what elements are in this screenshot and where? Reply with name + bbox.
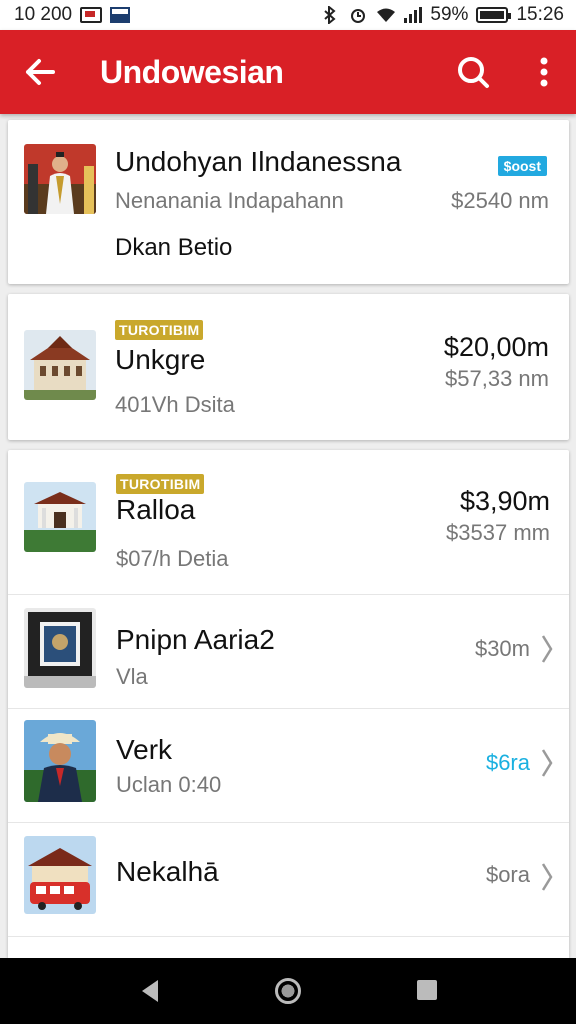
page-title: Undowesian — [100, 53, 284, 90]
status-time: 15:26 — [516, 4, 564, 25]
nav-home-icon[interactable] — [275, 978, 301, 1004]
card-thumbnail — [24, 144, 96, 214]
battery-icon — [476, 7, 512, 23]
app-bar: Undowesian — [0, 30, 576, 114]
status-bar-left: 10 200 — [14, 4, 131, 26]
card-thumbnail — [24, 330, 96, 400]
notification-photo-icon — [110, 7, 131, 23]
divider — [8, 822, 569, 823]
arrow-back-icon[interactable] — [20, 52, 60, 92]
chevron-right-icon — [541, 749, 553, 777]
list-item-price: $3,90m — [459, 486, 550, 516]
category-badge: TUROTIBIM — [115, 320, 204, 340]
list-item-price: $6ra — [485, 750, 530, 775]
list-item-title: Ralloa — [116, 494, 196, 525]
list-item-thumbnail — [24, 720, 96, 802]
list-item-price: $30m — [474, 636, 530, 661]
list-item-price: $ora — [485, 862, 530, 887]
card-price-sub: $2540 nm — [451, 188, 549, 213]
status-left-text: 10 200 — [14, 4, 73, 25]
signal-icon — [404, 7, 423, 23]
bluetooth-icon — [320, 6, 340, 24]
card-price-sub: $57,33 nm — [445, 366, 549, 391]
category-badge: TUROTIBIM — [116, 474, 205, 494]
divider — [8, 708, 569, 709]
card-title: Unkgre — [115, 344, 206, 375]
list-item-subtitle: $07/h Detia — [116, 546, 229, 571]
status-bar: 10 200 59% 15:26 — [0, 0, 576, 30]
list-item-thumbnail — [24, 608, 96, 688]
list-item-title: Verk — [116, 734, 173, 765]
chevron-right-icon — [541, 863, 553, 891]
list-item-subtitle: Vla — [116, 664, 148, 689]
status-bar-right: 59% 15:26 — [320, 4, 564, 26]
list-item-subtitle: Uclan 0:40 — [116, 772, 222, 797]
card-subtitle: 401Vh Dsita — [115, 392, 235, 417]
divider — [8, 936, 569, 937]
card-price: $20,00m — [443, 332, 549, 362]
wifi-icon — [376, 6, 396, 24]
price-badge: $oost — [497, 156, 547, 176]
nav-back-icon[interactable] — [138, 978, 162, 1004]
featured-card[interactable]: Undohyan Ilndanessna Nenanania Indapahan… — [8, 120, 569, 284]
alarm-icon — [348, 6, 368, 24]
listing-card[interactable]: TUROTIBIM Unkgre 401Vh Dsita $20,00m $57… — [8, 294, 569, 440]
card-extra: Dkan Betio — [115, 234, 233, 261]
list-item-price-sub: $3537 mm — [446, 520, 550, 545]
notification-mail-icon — [80, 7, 103, 23]
list-item-title: Nekalhā — [116, 856, 219, 887]
chevron-right-icon — [541, 635, 553, 663]
list-item-thumbnail — [24, 836, 96, 914]
card-title: Undohyan Ilndanessna — [115, 146, 402, 177]
system-nav-bar — [0, 958, 576, 1024]
more-vert-icon[interactable] — [528, 52, 560, 92]
battery-percent: 59% — [430, 4, 469, 25]
search-icon[interactable] — [453, 52, 493, 92]
divider — [8, 594, 569, 595]
card-subtitle: Nenanania Indapahann — [115, 188, 344, 213]
list-item-thumbnail — [24, 482, 96, 552]
nav-recents-icon[interactable] — [417, 980, 437, 1000]
list-item-title: Pnipn Aaria2 — [116, 624, 275, 655]
